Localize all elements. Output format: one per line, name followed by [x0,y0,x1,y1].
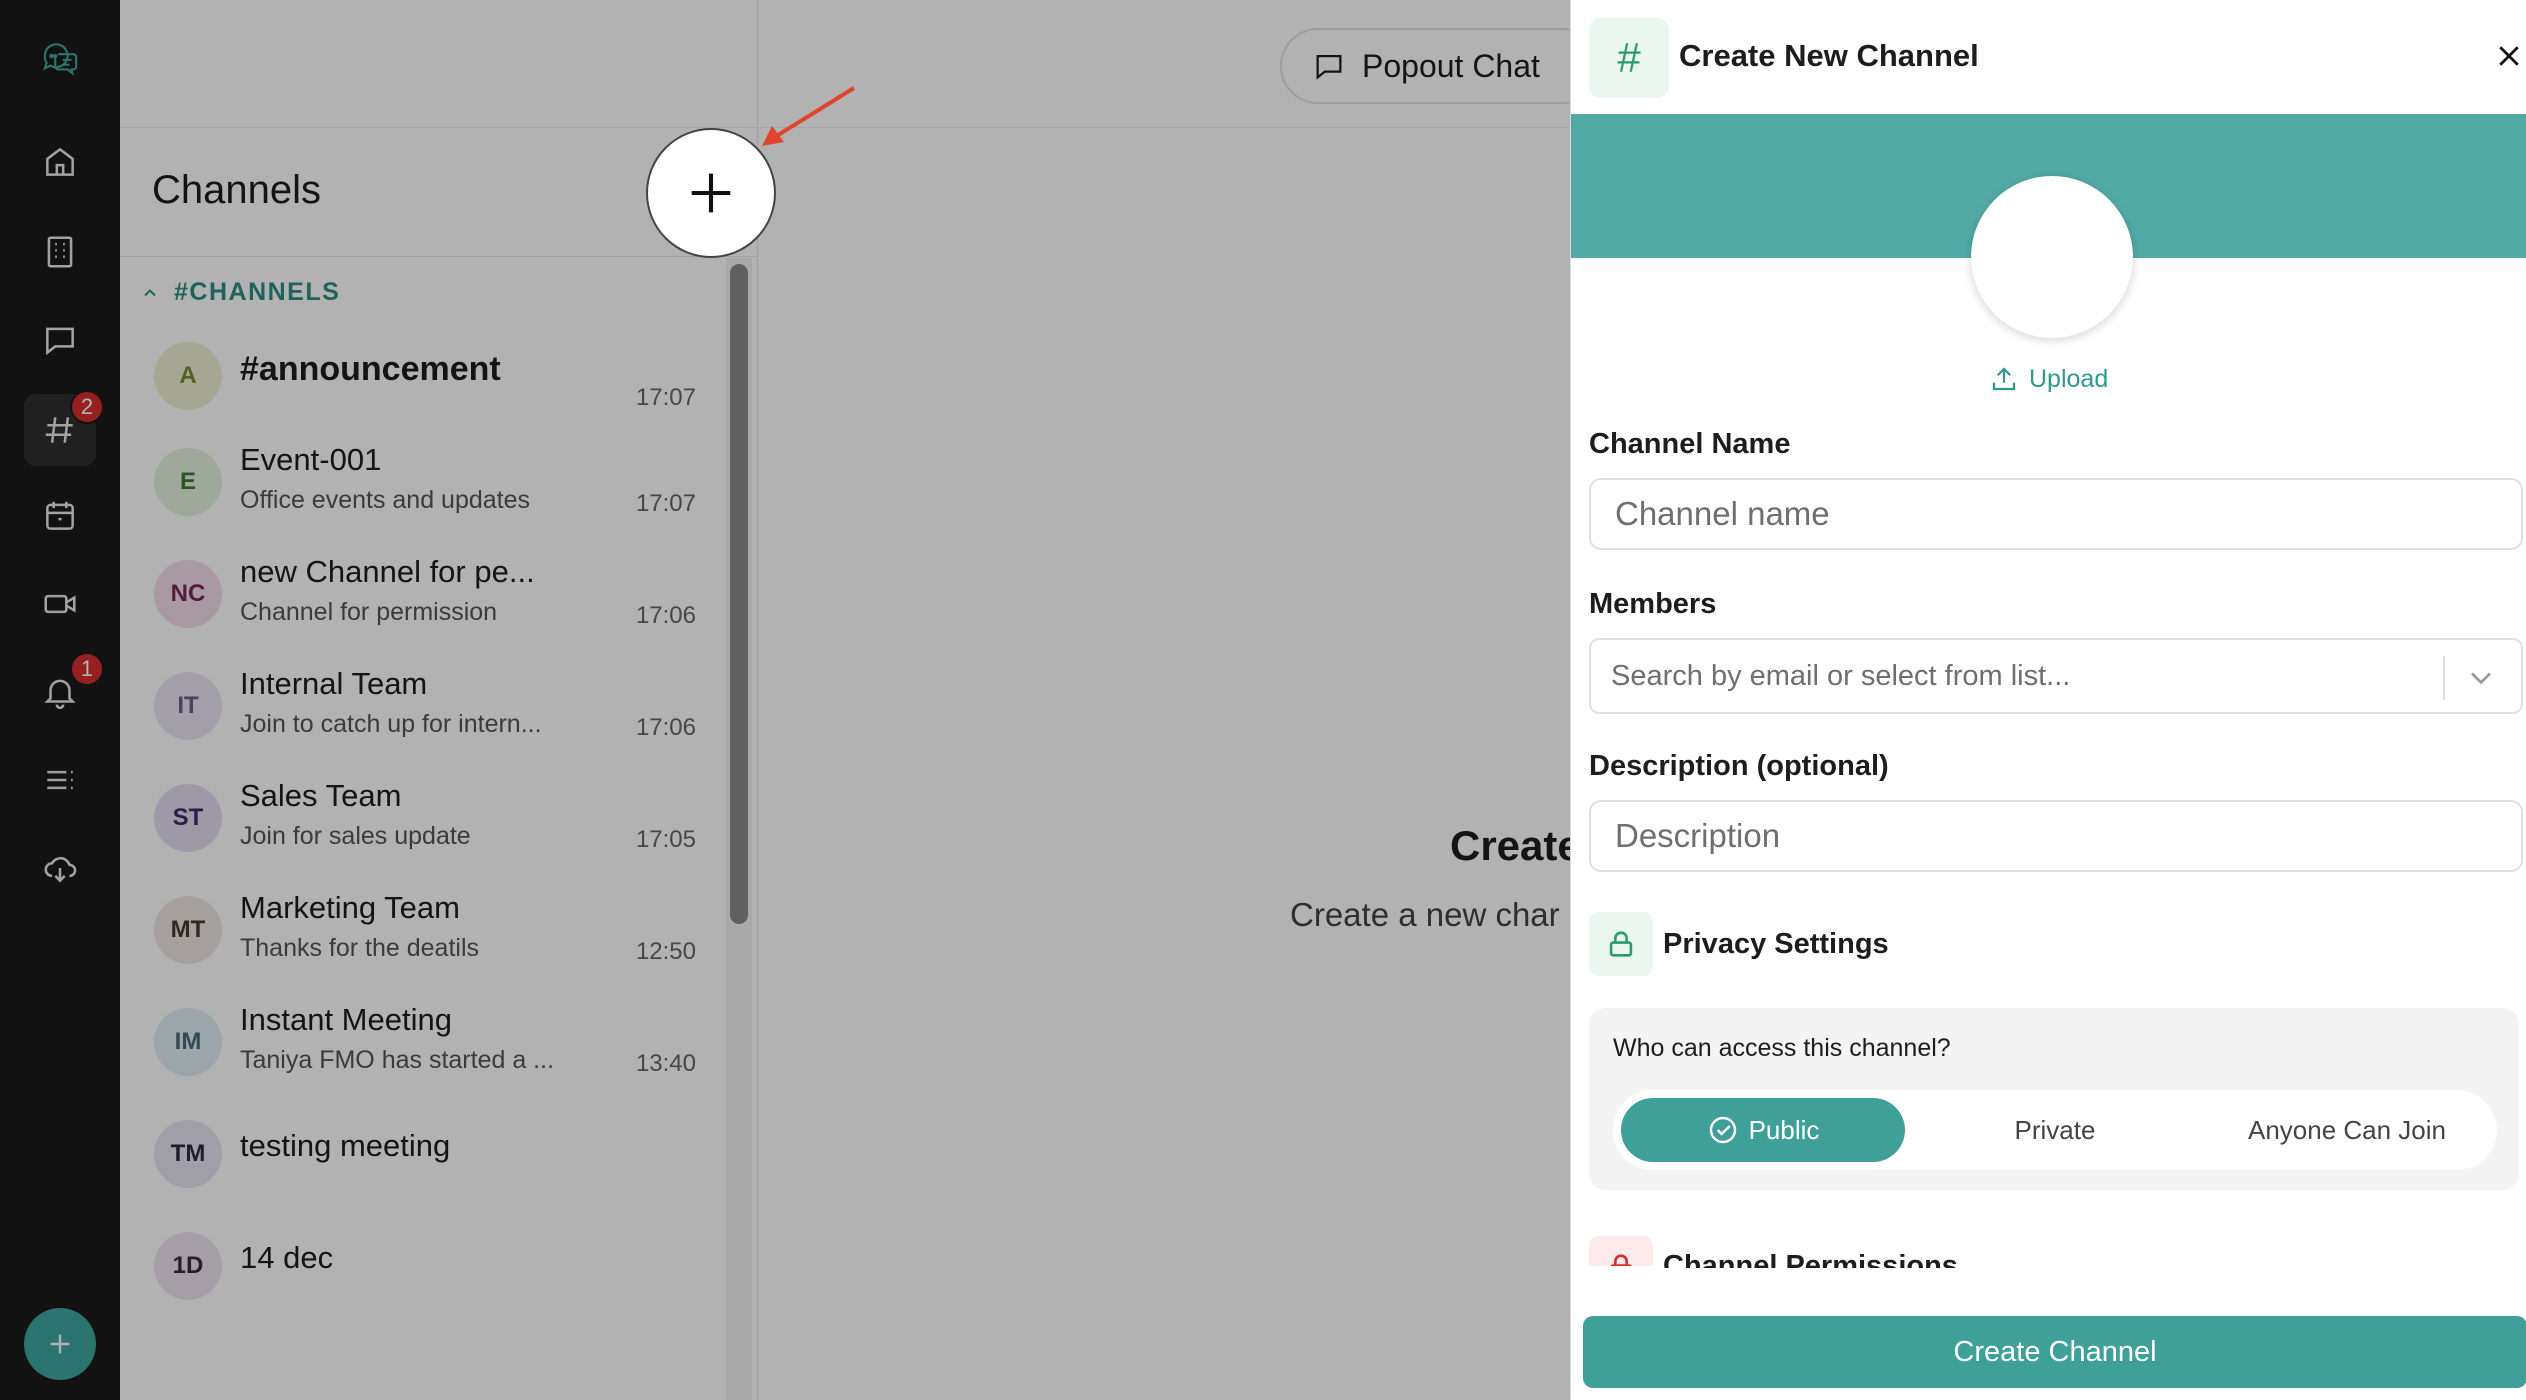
description-label: Description (optional) [1589,750,1889,782]
plus-icon [691,173,731,213]
channel-permissions-title: Channel Permissions [1663,1250,1958,1268]
description-input[interactable] [1589,800,2523,872]
privacy-option-label: Private [2014,1114,2096,1145]
check-circle-icon [1709,1116,1736,1144]
privacy-card: Who can access this channel? Public Priv… [1589,1008,2519,1190]
privacy-question: Who can access this channel? [1613,1034,1951,1062]
upload-button[interactable]: Upload [1989,364,2108,394]
channel-avatar-placeholder[interactable] [1971,176,2133,338]
channel-name-input[interactable] [1589,478,2523,550]
upload-label: Upload [2029,364,2109,393]
privacy-option-private[interactable]: Private [1913,1098,2197,1162]
modal-backdrop[interactable] [0,0,1570,1400]
annotation-arrow-icon [762,86,856,146]
privacy-option-public[interactable]: Public [1621,1098,1905,1162]
chevron-down-icon[interactable] [2461,660,2501,696]
drawer-title: Create New Channel [1679,38,1979,73]
privacy-option-anyone-can-join[interactable]: Anyone Can Join [2205,1098,2489,1162]
lock-icon [1589,912,1653,976]
select-separator [2443,656,2445,700]
create-channel-button[interactable]: Create Channel [1583,1316,2526,1388]
hash-icon: # [1589,18,1669,98]
create-channel-drawer: # Create New Channel Upload Channel Name… [1570,0,2526,1400]
privacy-option-label: Public [1748,1114,1820,1145]
privacy-settings-title: Privacy Settings [1663,928,1889,960]
permissions-lock-icon [1589,1236,1653,1266]
members-search-input[interactable] [1611,654,2391,698]
close-icon[interactable] [2491,38,2526,74]
members-label: Members [1589,588,1717,620]
privacy-segmented-control: Public Private Anyone Can Join [1613,1090,2497,1170]
upload-icon [1992,367,2016,391]
drawer-header: # Create New Channel [1571,0,2526,114]
privacy-option-label: Anyone Can Join [2247,1114,2447,1145]
channel-name-label: Channel Name [1589,428,1791,460]
members-select[interactable] [1589,638,2523,714]
